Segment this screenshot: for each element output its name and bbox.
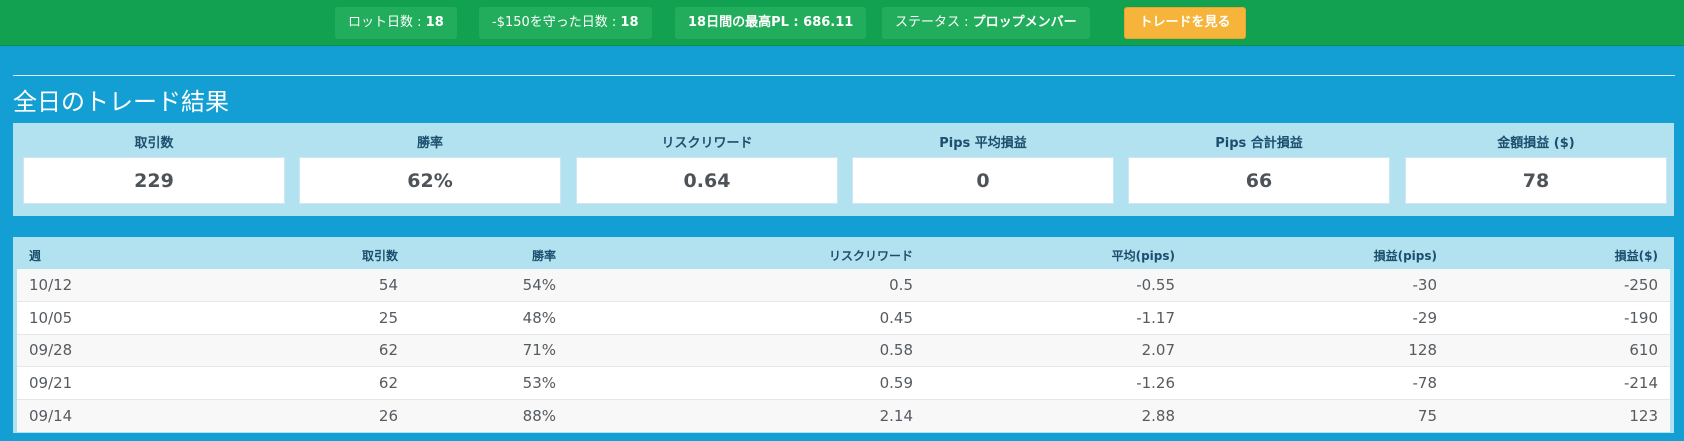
lot-days-label: ロット日数 : xyxy=(348,15,426,30)
table-row: 09/14 26 88% 2.14 2.88 75 123 xyxy=(17,398,1670,432)
stat-label: Pips 合計損益 xyxy=(1215,136,1303,151)
stat-risk-reward: リスクリワード 0.64 xyxy=(576,123,838,216)
cell-win-rate: 48% xyxy=(410,301,568,334)
cell-week: 10/05 xyxy=(17,301,262,334)
lot-days-badge: ロット日数 : 18 xyxy=(335,7,457,39)
stat-value: 78 xyxy=(1405,157,1667,204)
cell-pl-pips: -30 xyxy=(1412,276,1438,294)
cell-pl-pips: 75 xyxy=(1187,398,1449,432)
table-row: 10/12 54 54% 0.5 -0.55 -30 -250 xyxy=(17,269,1670,302)
lot-days-value: 18 xyxy=(425,15,444,30)
cell-risk-reward: 0.5 xyxy=(889,276,913,294)
cell-win-rate: 53% xyxy=(410,366,568,399)
cell-trades: 54 xyxy=(378,276,398,294)
max-pl-label: 18日間の最高PL : xyxy=(688,15,804,30)
cell-win-rate: 71% xyxy=(410,333,568,367)
cell-trades: 62 xyxy=(262,366,410,399)
cell-week: 10/12 xyxy=(29,276,73,294)
kept-150-days-badge: -$150を守った日数 : 18 xyxy=(479,7,652,39)
kept-150-days-value: 18 xyxy=(620,15,639,30)
table-row: 09/21 62 53% 0.59 -1.26 -78 -214 xyxy=(17,366,1670,399)
status-value: プロップメンバー xyxy=(972,15,1077,30)
cell-risk-reward: 0.45 xyxy=(568,301,925,334)
cell-risk-reward: 0.58 xyxy=(568,333,925,367)
stat-label: 金額損益 ($) xyxy=(1497,136,1575,151)
cell-pl-dollars: 610 xyxy=(1449,333,1670,367)
cell-win-rate: 54% xyxy=(522,276,556,294)
column-header-win-rate[interactable]: 勝率 xyxy=(410,241,568,269)
stat-label: リスクリワード xyxy=(661,136,753,151)
table-row: 10/05 25 48% 0.45 -1.17 -29 -190 xyxy=(17,301,1670,334)
section-title: 全日のトレード結果 xyxy=(13,88,229,116)
max-pl-value: 686.11 xyxy=(803,15,854,30)
cell-avg-pips: 2.88 xyxy=(925,398,1187,432)
cell-avg-pips: 2.07 xyxy=(925,333,1187,367)
stat-label: 勝率 xyxy=(416,136,443,151)
stat-value: 229 xyxy=(23,157,285,204)
stat-value: 62% xyxy=(299,157,561,204)
column-header-trades[interactable]: 取引数 xyxy=(262,241,410,269)
stat-pips-total: Pips 合計損益 66 xyxy=(1128,123,1390,216)
weekly-results-table: 週 取引数 勝率 リスクリワード 平均(pips) 損益(pips) 損益($)… xyxy=(13,237,1674,433)
table-header-row: 週 取引数 勝率 リスクリワード 平均(pips) 損益(pips) 損益($) xyxy=(17,241,1670,269)
cell-win-rate: 88% xyxy=(410,398,568,432)
view-trades-button[interactable]: トレードを見る xyxy=(1124,7,1246,39)
cell-pl-dollars: -250 xyxy=(1623,276,1658,294)
column-header-risk-reward[interactable]: リスクリワード xyxy=(568,241,925,269)
section-divider xyxy=(13,75,1675,76)
stats-panel: 取引数 229 勝率 62% リスクリワード 0.64 Pips 平均損益 0 … xyxy=(13,123,1674,216)
cell-pl-pips: 128 xyxy=(1187,333,1449,367)
stat-win-rate: 勝率 62% xyxy=(299,123,561,216)
stat-trade-count: 取引数 229 xyxy=(23,123,285,216)
status-label: ステータス : xyxy=(895,15,973,30)
stat-value: 0.64 xyxy=(576,157,838,204)
cell-week: 09/14 xyxy=(17,398,262,432)
cell-avg-pips: -1.26 xyxy=(925,366,1187,399)
stat-label: Pips 平均損益 xyxy=(939,136,1027,151)
column-header-pl-pips[interactable]: 損益(pips) xyxy=(1187,241,1449,269)
cell-trades: 62 xyxy=(262,333,410,367)
column-header-week[interactable]: 週 xyxy=(17,241,262,269)
cell-avg-pips: -1.17 xyxy=(925,301,1187,334)
status-badge: ステータス : プロップメンバー xyxy=(882,7,1090,39)
stat-pips-average: Pips 平均損益 0 xyxy=(852,123,1114,216)
cell-pl-dollars: -214 xyxy=(1449,366,1670,399)
cell-week: 09/28 xyxy=(17,333,262,367)
column-header-pl-dollars[interactable]: 損益($) xyxy=(1449,241,1670,269)
table-row: 09/28 62 71% 0.58 2.07 128 610 xyxy=(17,333,1670,367)
cell-risk-reward: 2.14 xyxy=(568,398,925,432)
cell-pl-pips: -29 xyxy=(1187,301,1449,334)
cell-trades: 25 xyxy=(262,301,410,334)
cell-pl-dollars: 123 xyxy=(1449,398,1670,432)
stat-value: 0 xyxy=(852,157,1114,204)
stat-label: 取引数 xyxy=(134,136,174,151)
stat-amount-pl: 金額損益 ($) 78 xyxy=(1405,123,1667,216)
cell-avg-pips: -0.55 xyxy=(1136,276,1175,294)
cell-pl-pips: -78 xyxy=(1187,366,1449,399)
cell-trades: 26 xyxy=(262,398,410,432)
cell-risk-reward: 0.59 xyxy=(568,366,925,399)
max-pl-badge: 18日間の最高PL : 686.11 xyxy=(675,7,867,39)
cell-pl-dollars: -190 xyxy=(1449,301,1670,334)
column-header-avg-pips[interactable]: 平均(pips) xyxy=(925,241,1187,269)
stat-value: 66 xyxy=(1128,157,1390,204)
kept-150-days-label: -$150を守った日数 : xyxy=(492,15,621,30)
top-status-bar: ロット日数 : 18 -$150を守った日数 : 18 18日間の最高PL : … xyxy=(0,0,1684,46)
cell-week: 09/21 xyxy=(17,366,262,399)
